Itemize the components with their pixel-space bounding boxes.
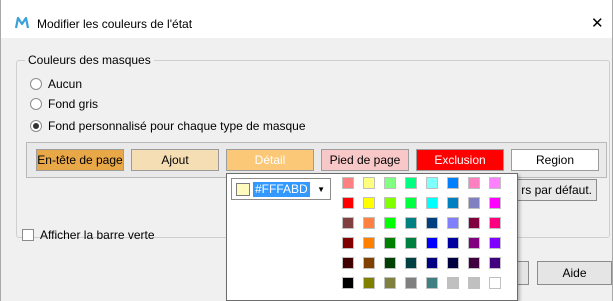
palette-swatch[interactable] [384,197,396,209]
palette-swatch[interactable] [405,237,417,249]
palette-swatch[interactable] [447,197,459,209]
close-icon[interactable]: ✕ [591,14,604,32]
palette-swatch[interactable] [468,177,480,189]
palette-swatch[interactable] [405,177,417,189]
mask-region-button[interactable]: Region [511,149,599,171]
palette-swatch[interactable] [447,237,459,249]
palette-swatch[interactable] [426,217,438,229]
palette-swatch[interactable] [405,217,417,229]
palette-swatch[interactable] [468,277,480,289]
palette-swatch[interactable] [363,217,375,229]
palette-swatch[interactable] [384,277,396,289]
palette-swatch[interactable] [363,257,375,269]
radio-option-custom[interactable]: Fond personnalisé pour chaque type de ma… [30,119,306,133]
green-bar-checkbox[interactable] [22,229,34,241]
palette-swatch[interactable] [447,177,459,189]
mask-detail-button[interactable]: Détail [226,149,314,171]
dialog-window: Modifier les couleurs de l'état ✕ Couleu… [0,0,613,301]
palette-swatch[interactable] [468,217,480,229]
palette-swatch[interactable] [426,257,438,269]
color-palette [342,177,501,289]
palette-swatch[interactable] [384,177,396,189]
mask-header-button[interactable]: En-tête de page [36,149,124,171]
palette-swatch[interactable] [363,197,375,209]
reset-defaults-button[interactable]: rs par défaut. [515,179,597,201]
palette-swatch[interactable] [489,257,501,269]
palette-swatch[interactable] [426,277,438,289]
palette-swatch[interactable] [426,177,438,189]
app-logo-icon [15,16,29,29]
title-bar: Modifier les couleurs de l'état ✕ [1,0,612,38]
mask-exclusion-button[interactable]: Exclusion [416,149,504,171]
palette-swatch[interactable] [342,277,354,289]
palette-swatch[interactable] [405,277,417,289]
palette-swatch[interactable] [426,197,438,209]
palette-swatch[interactable] [384,217,396,229]
palette-swatch[interactable] [468,257,480,269]
radio-gray-button[interactable] [30,98,42,110]
mask-footer-button[interactable]: Pied de page [321,149,409,171]
palette-swatch[interactable] [447,257,459,269]
help-button[interactable]: Aide [537,261,612,285]
green-bar-label: Afficher la barre verte [40,228,155,242]
palette-swatch[interactable] [468,197,480,209]
green-bar-option[interactable]: Afficher la barre verte [22,228,155,242]
palette-swatch[interactable] [405,197,417,209]
palette-swatch[interactable] [363,237,375,249]
palette-swatch[interactable] [342,177,354,189]
palette-swatch[interactable] [489,277,501,289]
color-value-text: #FFFABD [253,182,310,197]
radio-none-label: Aucun [48,77,83,91]
radio-gray-label: Fond gris [48,97,99,111]
window-title: Modifier les couleurs de l'état [37,17,193,31]
palette-swatch[interactable] [384,257,396,269]
radio-none-button[interactable] [30,78,42,90]
palette-swatch[interactable] [489,177,501,189]
mask-colors-group-label: Couleurs des masques [25,53,154,67]
palette-swatch[interactable] [426,237,438,249]
palette-swatch[interactable] [447,217,459,229]
palette-swatch[interactable] [342,237,354,249]
palette-swatch[interactable] [489,197,501,209]
mask-add-button[interactable]: Ajout [131,149,219,171]
radio-option-gray[interactable]: Fond gris [30,97,98,111]
palette-swatch[interactable] [384,237,396,249]
palette-swatch[interactable] [489,237,501,249]
palette-swatch[interactable] [468,237,480,249]
palette-swatch[interactable] [405,257,417,269]
palette-swatch[interactable] [363,277,375,289]
color-value-dropdown[interactable]: #FFFABD ▼ [231,178,331,200]
current-color-swatch [236,183,250,196]
radio-option-none[interactable]: Aucun [30,77,82,91]
palette-swatch[interactable] [342,197,354,209]
palette-swatch[interactable] [342,217,354,229]
palette-swatch[interactable] [447,277,459,289]
radio-custom-button[interactable] [30,120,42,132]
color-picker-popup: #FFFABD ▼ [226,173,518,301]
radio-custom-label: Fond personnalisé pour chaque type de ma… [48,119,306,133]
reset-defaults-label: rs par défaut. [521,183,592,197]
palette-swatch[interactable] [342,257,354,269]
palette-swatch[interactable] [489,217,501,229]
chevron-down-icon[interactable]: ▼ [317,182,325,197]
palette-swatch[interactable] [363,177,375,189]
